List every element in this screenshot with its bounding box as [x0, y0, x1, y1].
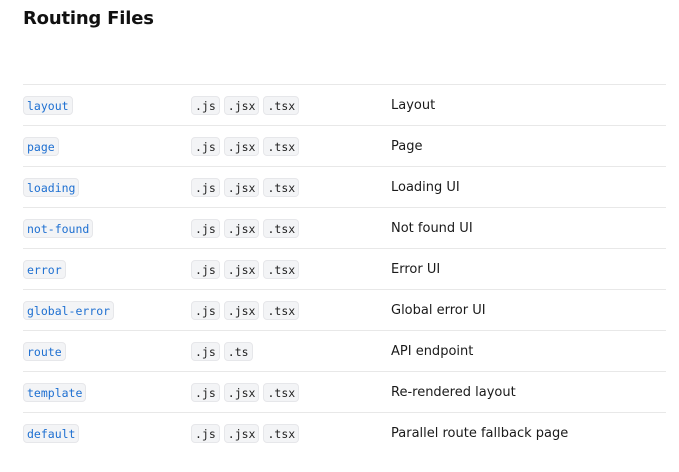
- extension-code: .js: [191, 219, 220, 238]
- file-description: Re-rendered layout: [391, 385, 516, 400]
- file-name-code[interactable]: route: [23, 342, 66, 361]
- extension-code: .js: [191, 424, 220, 443]
- extension-code: .ts: [223, 342, 253, 361]
- extension-code: .tsx: [263, 96, 300, 115]
- extension-code: .js: [191, 178, 220, 197]
- extensions-group: .js .jsx .tsx: [191, 96, 300, 115]
- extensions-group: .js .jsx .tsx: [191, 301, 300, 320]
- extension-code: .jsx: [223, 137, 260, 156]
- extension-code: .js: [191, 137, 220, 156]
- extension-code: .tsx: [263, 219, 300, 238]
- extensions-group: .js .jsx .tsx: [191, 178, 300, 197]
- file-description: Not found UI: [391, 221, 473, 236]
- extension-code: .tsx: [263, 424, 300, 443]
- extension-code: .tsx: [263, 137, 300, 156]
- extension-code: .jsx: [223, 301, 260, 320]
- routing-files-table: layout .js .jsx .tsx Layout page .js .js…: [23, 84, 666, 453]
- extension-code: .js: [191, 383, 220, 402]
- table-row: not-found .js .jsx .tsx Not found UI: [23, 208, 666, 249]
- extension-code: .jsx: [223, 178, 260, 197]
- table-row: global-error .js .jsx .tsx Global error …: [23, 290, 666, 331]
- extension-code: .jsx: [223, 219, 260, 238]
- extension-code: .jsx: [223, 383, 260, 402]
- page-title: Routing Files: [23, 8, 154, 29]
- file-name-code[interactable]: error: [23, 260, 66, 279]
- extensions-group: .js .jsx .tsx: [191, 219, 300, 238]
- file-description: Layout: [391, 98, 436, 113]
- file-description: Page: [391, 139, 423, 154]
- extensions-group: .js .ts: [191, 342, 253, 361]
- table-row: default .js .jsx .tsx Parallel route fal…: [23, 413, 666, 453]
- extensions-group: .js .jsx .tsx: [191, 260, 300, 279]
- file-name-code[interactable]: page: [23, 137, 59, 156]
- file-name-code[interactable]: not-found: [23, 219, 94, 238]
- extensions-group: .js .jsx .tsx: [191, 424, 300, 443]
- routing-files-page: Routing Files layout .js .jsx .tsx Layou…: [0, 0, 679, 472]
- file-description: Loading UI: [391, 180, 460, 195]
- table-row: error .js .jsx .tsx Error UI: [23, 249, 666, 290]
- extension-code: .js: [191, 260, 220, 279]
- file-name-code[interactable]: loading: [23, 178, 80, 197]
- extension-code: .js: [191, 301, 220, 320]
- table-row: template .js .jsx .tsx Re-rendered layou…: [23, 372, 666, 413]
- extension-code: .jsx: [223, 424, 260, 443]
- file-description: Parallel route fallback page: [391, 426, 569, 441]
- file-name-code[interactable]: global-error: [23, 301, 115, 320]
- extension-code: .js: [191, 96, 220, 115]
- table-row: page .js .jsx .tsx Page: [23, 126, 666, 167]
- extension-code: .tsx: [263, 260, 300, 279]
- file-description: API endpoint: [391, 344, 474, 359]
- extension-code: .tsx: [263, 383, 300, 402]
- table-row: route .js .ts API endpoint: [23, 331, 666, 372]
- file-name-code[interactable]: template: [23, 383, 87, 402]
- extension-code: .tsx: [263, 178, 300, 197]
- file-description: Global error UI: [391, 303, 486, 318]
- table-row: layout .js .jsx .tsx Layout: [23, 85, 666, 126]
- extension-code: .jsx: [223, 260, 260, 279]
- extensions-group: .js .jsx .tsx: [191, 383, 300, 402]
- extension-code: .js: [191, 342, 220, 361]
- extensions-group: .js .jsx .tsx: [191, 137, 300, 156]
- file-name-code[interactable]: default: [23, 424, 80, 443]
- file-name-code[interactable]: layout: [23, 96, 73, 115]
- extension-code: .jsx: [223, 96, 260, 115]
- file-description: Error UI: [391, 262, 441, 277]
- table-row: loading .js .jsx .tsx Loading UI: [23, 167, 666, 208]
- extension-code: .tsx: [263, 301, 300, 320]
